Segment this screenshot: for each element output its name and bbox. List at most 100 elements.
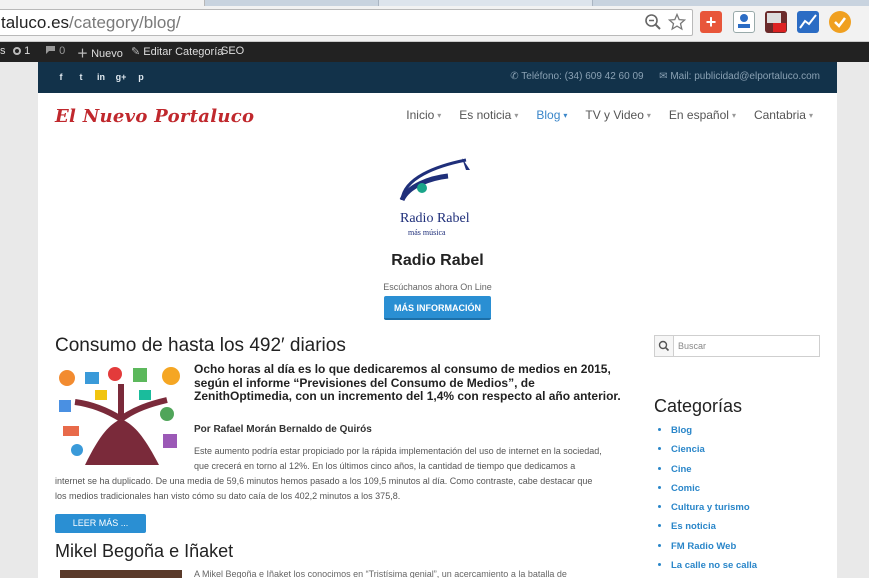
comment-icon bbox=[46, 46, 55, 54]
nav-label: Cantabria bbox=[753, 108, 806, 122]
url-text[interactable]: taluco.es/category/blog/ bbox=[1, 13, 181, 33]
nav-item-en-espanol[interactable]: En español ▾ bbox=[660, 108, 745, 122]
pinterest-icon[interactable]: p bbox=[134, 70, 148, 84]
chevron-down-icon: ▾ bbox=[808, 111, 813, 120]
new-label: Nuevo bbox=[91, 48, 123, 60]
category-label: Cultura y turismo bbox=[671, 502, 750, 514]
excerpt-line: los medios tradicionales han visto cómo … bbox=[55, 491, 401, 501]
phone-icon: ✆ bbox=[510, 71, 519, 82]
google-plus-icon[interactable]: g+ bbox=[114, 70, 128, 84]
mail-icon: ✉ bbox=[659, 71, 668, 82]
search-box bbox=[654, 335, 820, 357]
url-path: /category/blog/ bbox=[69, 13, 181, 32]
linkedin-icon[interactable]: in bbox=[94, 70, 108, 84]
category-label: La calle no se calla bbox=[671, 560, 758, 572]
category-item[interactable]: Blog bbox=[658, 425, 757, 444]
url-host: taluco.es bbox=[1, 13, 70, 32]
category-item[interactable]: La calle no se calla bbox=[658, 560, 757, 578]
post-lead: A Mikel Begoña e Iñaket los conocimos en… bbox=[194, 569, 567, 578]
nav-label: Es noticia bbox=[459, 108, 512, 122]
twitter-icon[interactable]: t bbox=[74, 70, 88, 84]
radio-rabel-logo[interactable]: Radio Rabel más música bbox=[396, 156, 480, 240]
admin-bar-new[interactable]: ＋ Nuevo bbox=[77, 45, 123, 61]
category-item[interactable]: Ciencia bbox=[658, 444, 757, 463]
read-more-button[interactable]: LEER MÁS ... bbox=[55, 514, 146, 533]
logo-text: Radio Rabel bbox=[400, 211, 470, 226]
more-info-button[interactable]: MÁS INFORMACIÓN bbox=[384, 296, 491, 320]
radio-title: Radio Rabel bbox=[391, 252, 484, 269]
site-logo[interactable]: El Nuevo Portaluco bbox=[55, 106, 254, 127]
admin-bar: s 1 0 ＋ Nuevo ✎ Editar Categoría SEO bbox=[0, 42, 869, 62]
category-item[interactable]: Cultura y turismo bbox=[658, 502, 757, 521]
category-item[interactable]: Es noticia bbox=[658, 521, 757, 540]
plus-icon: ＋ bbox=[77, 48, 88, 60]
accessibility-extension-icon[interactable] bbox=[733, 11, 755, 33]
logo-tagline: más música bbox=[408, 228, 446, 237]
refresh-icon bbox=[13, 47, 21, 55]
address-bar[interactable]: taluco.es/category/blog/ bbox=[0, 9, 693, 36]
analytics-extension-icon[interactable] bbox=[797, 11, 819, 33]
nav-label: En español bbox=[668, 108, 729, 122]
tab-active[interactable] bbox=[0, 0, 205, 6]
edit-category-label: Editar Categoría bbox=[143, 46, 224, 58]
admin-bar-seo[interactable]: SEO bbox=[221, 45, 244, 57]
nav-label: Blog bbox=[536, 108, 561, 122]
nav-label: Inicio bbox=[406, 108, 435, 122]
post-lead: Ocho horas al día es lo que dedicaremos … bbox=[194, 362, 621, 403]
nav-item-cantabria[interactable]: Cantabria ▾ bbox=[745, 108, 822, 122]
category-label: Cine bbox=[671, 463, 692, 475]
social-links: f t in g+ p bbox=[54, 70, 148, 84]
admin-bar-edit-category[interactable]: ✎ Editar Categoría bbox=[131, 45, 223, 58]
admin-bar-updates[interactable]: 1 bbox=[13, 45, 30, 57]
post-byline: Por Rafael Morán Bernaldo de Quirós bbox=[194, 424, 372, 435]
search-icon bbox=[658, 340, 670, 352]
radio-subtitle: Escúchanos ahora On Line bbox=[383, 282, 492, 292]
main-nav: Inicio ▾ Es noticia ▾ Blog ▾ TV y Video ▾ En… bbox=[397, 108, 822, 122]
zoom-icon[interactable] bbox=[644, 13, 662, 31]
chevron-down-icon: ▾ bbox=[563, 111, 568, 120]
search-button[interactable] bbox=[655, 336, 674, 356]
category-label: Ciencia bbox=[671, 444, 705, 456]
excerpt-line: que crecerá en torno al 12%. En los últi… bbox=[194, 461, 576, 471]
nav-item-es-noticia[interactable]: Es noticia ▾ bbox=[450, 108, 527, 122]
post-title[interactable]: Consumo de hasta los 492′ diarios bbox=[55, 335, 346, 357]
excerpt-line: Este aumento podría estar propiciado por… bbox=[194, 446, 602, 456]
category-label: Blog bbox=[671, 425, 693, 436]
browser-chrome: taluco.es/category/blog/ + bbox=[0, 0, 869, 42]
admin-bar-comments[interactable]: 0 bbox=[45, 45, 65, 57]
chevron-down-icon: ▾ bbox=[731, 111, 736, 120]
contact-info: ✆ Teléfono: (34) 609 42 60 09 ✉ Mail: pu… bbox=[510, 71, 820, 82]
comments-count: 0 bbox=[59, 45, 66, 57]
star-icon[interactable] bbox=[668, 13, 686, 31]
category-label: FM Radio Web bbox=[671, 540, 737, 552]
tab-inactive[interactable] bbox=[378, 0, 593, 6]
facebook-icon[interactable]: f bbox=[54, 70, 68, 84]
post-title[interactable]: Mikel Begoña e Iñaket bbox=[55, 541, 233, 562]
orange-extension-icon[interactable] bbox=[829, 11, 851, 33]
phone-text: Teléfono: (34) 609 42 60 09 bbox=[521, 71, 644, 82]
chevron-down-icon: ▾ bbox=[437, 111, 442, 120]
mail-text[interactable]: Mail: publicidad@elportaluco.com bbox=[670, 71, 820, 82]
nav-item-inicio[interactable]: Inicio ▾ bbox=[397, 108, 450, 122]
plus-extension-icon[interactable]: + bbox=[700, 11, 722, 33]
category-label: Es noticia bbox=[671, 521, 716, 533]
nav-item-tv-video[interactable]: TV y Video ▾ bbox=[576, 108, 660, 122]
category-item[interactable]: Comic bbox=[658, 483, 757, 502]
top-bar: f t in g+ p ✆ Teléfono: (34) 609 42 60 0… bbox=[38, 62, 837, 93]
search-input[interactable] bbox=[674, 336, 818, 356]
category-item[interactable]: Cine bbox=[658, 464, 757, 483]
nav-item-blog[interactable]: Blog ▾ bbox=[527, 108, 576, 122]
site-page: f t in g+ p ✆ Teléfono: (34) 609 42 60 0… bbox=[38, 62, 837, 578]
excerpt-line: internet se ha duplicado. De una media d… bbox=[55, 476, 593, 486]
nav-label: TV y Video bbox=[585, 108, 644, 122]
wpva-extension-icon[interactable] bbox=[765, 11, 787, 33]
categories-list: Blog Ciencia Cine Comic Cultura y turism… bbox=[658, 425, 757, 578]
category-item[interactable]: FM Radio Web bbox=[658, 541, 757, 560]
admin-bar-site-fragment[interactable]: s bbox=[0, 45, 6, 57]
chevron-down-icon: ▾ bbox=[514, 111, 519, 120]
tab-strip bbox=[0, 0, 869, 6]
updates-count: 1 bbox=[24, 45, 31, 57]
post-excerpt: Este aumento podría estar propiciado por… bbox=[55, 444, 625, 504]
post-thumbnail[interactable] bbox=[60, 570, 182, 578]
category-label: Comic bbox=[671, 482, 701, 494]
